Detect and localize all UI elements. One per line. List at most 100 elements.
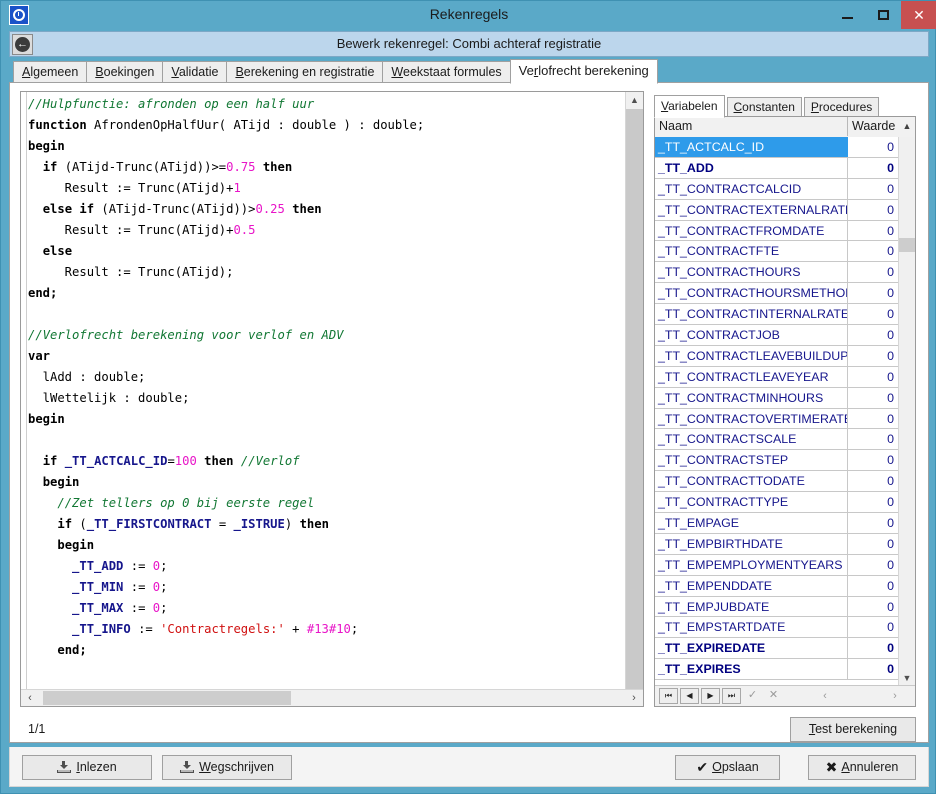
table-row[interactable]: _TT_CONTRACTSTEP 0	[655, 450, 899, 472]
table-row[interactable]: _TT_ACTCALC_ID 0	[655, 137, 899, 158]
table-row[interactable]: _TT_CONTRACTHOURS 0	[655, 262, 899, 284]
table-row[interactable]: _TT_CONTRACTHOURSMETHOD 0	[655, 283, 899, 305]
code-line: Result := Trunc(ATijd);	[28, 265, 234, 279]
variable-name: _TT_CONTRACTMINHOURS	[655, 387, 848, 408]
table-row[interactable]: _TT_CONTRACTLEAVEYEAR 0	[655, 366, 899, 388]
column-header-naam[interactable]: Naam	[655, 117, 848, 136]
tab-berekening-en-registratie[interactable]: Berekening en registratie	[226, 61, 384, 83]
variable-name: _TT_CONTRACTOVERTIMERATE	[655, 408, 848, 429]
test-berekening-button[interactable]: Test berekening	[790, 717, 916, 742]
editor-vertical-scrollbar[interactable]: ▲	[625, 92, 643, 691]
variable-value: 0	[887, 662, 894, 677]
table-row[interactable]: _TT_CONTRACTSCALE 0	[655, 429, 899, 451]
minimize-button[interactable]	[829, 1, 865, 29]
variables-grid[interactable]: Naam Waarde ▲ _TT_ACTCALC_ID 0 _TT_ADD 0 _TT…	[654, 116, 916, 707]
code-line: //Zet tellers op 0 bij eerste regel	[57, 496, 315, 510]
chevron-right-icon[interactable]: ›	[625, 690, 643, 706]
table-row[interactable]: _TT_CONTRACTEXTERNALRATE 0	[655, 199, 899, 221]
code-line: else if (ATijd-Trunc(ATijd))>0.25 then	[42, 202, 322, 216]
table-row[interactable]: _TT_CONTRACTJOB 0	[655, 325, 899, 346]
variable-name: _TT_CONTRACTEXTERNALRATE	[655, 199, 848, 220]
variable-name: _TT_CONTRACTHOURS	[655, 262, 848, 283]
code-line: begin	[28, 412, 65, 426]
editor-horizontal-scrollbar[interactable]: ‹ ›	[21, 689, 643, 706]
table-row[interactable]: _TT_EMPSTARTDATE 0	[655, 617, 899, 639]
chevron-up-icon[interactable]: ▲	[626, 92, 643, 109]
nav-next-button[interactable]: ▶	[701, 688, 720, 704]
table-row[interactable]: _TT_EMPAGE 0	[655, 513, 899, 534]
grid-vscroll-thumb[interactable]	[899, 238, 915, 252]
variable-value: 0	[887, 369, 894, 384]
variable-name: _TT_EMPENDDATE	[655, 575, 848, 596]
nav-scroll-left-icon[interactable]: ‹	[817, 688, 833, 704]
tab-verlofrecht-berekening[interactable]: Verlofrecht berekening	[509, 59, 658, 84]
code-line: _TT_INFO := 'Contractregels:' + #13#10;	[72, 622, 359, 636]
annuleren-button[interactable]: ✖ Annuleren	[808, 755, 916, 780]
variable-name: _TT_CONTRACTCALCID	[655, 178, 848, 199]
variable-name: _TT_CONTRACTHOURSMETHOD	[655, 283, 848, 304]
table-row[interactable]: _TT_EMPJUBDATE 0	[655, 596, 899, 618]
inspector-tab-variabelen[interactable]: Variabelen	[654, 95, 725, 118]
table-row[interactable]: _TT_CONTRACTTODATE 0	[655, 471, 899, 493]
maximize-button[interactable]	[865, 1, 901, 29]
chevron-up-icon[interactable]: ▲	[899, 117, 915, 136]
nav-scroll-right-icon[interactable]: ›	[887, 688, 903, 704]
tab-boekingen[interactable]: Boekingen	[86, 61, 164, 83]
table-row[interactable]: _TT_CONTRACTLEAVEBUILDUP 0	[655, 345, 899, 367]
variable-value: 0	[887, 265, 894, 280]
record-title: Bewerk rekenregel: Combi achteraf regist…	[336, 36, 602, 51]
table-row[interactable]: _TT_CONTRACTINTERNALRATE 0	[655, 304, 899, 326]
tab-algemeen[interactable]: Algemeen	[13, 61, 88, 83]
chevron-down-icon[interactable]: ▼	[899, 670, 915, 686]
hscroll-thumb[interactable]	[43, 691, 291, 705]
variable-value: 0	[887, 495, 894, 510]
nav-cancel-button: ✕	[768, 689, 779, 701]
inspector-tab-procedures[interactable]: Procedures	[803, 97, 880, 117]
variable-value: 0	[887, 474, 894, 489]
code-line: var	[28, 349, 51, 363]
code-line: function AfrondenOpHalfUur( ATijd : doub…	[28, 118, 425, 132]
grid-rows[interactable]: _TT_ACTCALC_ID 0 _TT_ADD 0 _TT_CONTRACTCALCI…	[655, 137, 899, 686]
code-text[interactable]: //Hulpfunctie: afronden op een half uur f…	[28, 94, 624, 676]
nav-last-button[interactable]: ⏭	[722, 688, 741, 704]
variable-name: _TT_EMPJUBDATE	[655, 596, 848, 617]
tab-weekstaat-formules[interactable]: Weekstaat formules	[382, 61, 511, 83]
nav-post-button: ✓	[747, 689, 758, 701]
tab-validatie[interactable]: Validatie	[162, 61, 228, 83]
code-line: begin	[28, 139, 65, 153]
close-button[interactable]: ✕	[901, 1, 936, 29]
grid-vertical-scrollbar[interactable]: ▼	[898, 137, 915, 686]
table-row[interactable]: _TT_EMPBIRTHDATE 0	[655, 533, 899, 555]
wegschrijven-button[interactable]: Wegschrijven	[162, 755, 292, 780]
variable-value: 0	[887, 536, 894, 551]
inlezen-button[interactable]: Inlezen	[22, 755, 152, 780]
table-row[interactable]: _TT_EMPEMPLOYMENTYEARS 0	[655, 554, 899, 576]
table-row[interactable]: _TT_CONTRACTCALCID 0	[655, 178, 899, 200]
nav-first-button[interactable]: ⏮	[659, 688, 678, 704]
table-row[interactable]: _TT_CONTRACTFROMDATE 0	[655, 220, 899, 242]
variable-value: 0	[887, 244, 894, 259]
code-line: if (ATijd-Trunc(ATijd))>=0.75 then	[42, 160, 293, 174]
code-editor[interactable]: //Hulpfunctie: afronden op een half uur f…	[20, 91, 644, 707]
table-row[interactable]: _TT_EXPIREDATE 0	[655, 638, 899, 660]
table-row[interactable]: _TT_CONTRACTTYPE 0	[655, 492, 899, 514]
import-icon	[180, 761, 195, 773]
table-row[interactable]: _TT_EXPIRES 0	[655, 659, 899, 681]
grid-navigator: ⏮ ◀ ▶ ⏭ ✓ ✕ ‹ ›	[655, 685, 915, 706]
variable-name: _TT_CONTRACTFTE	[655, 241, 848, 262]
variable-name: _TT_CONTRACTSTEP	[655, 450, 848, 471]
table-row[interactable]: _TT_CONTRACTMINHOURS 0	[655, 387, 899, 409]
chevron-left-icon[interactable]: ‹	[21, 690, 39, 706]
table-row[interactable]: _TT_ADD 0	[655, 157, 899, 179]
variable-value: 0	[887, 516, 894, 531]
code-line: _TT_MIN := 0;	[72, 580, 168, 594]
nav-prior-button[interactable]: ◀	[680, 688, 699, 704]
inspector-tab-constanten[interactable]: Constanten	[726, 97, 802, 117]
close-icon: ✖	[825, 759, 838, 775]
column-header-waarde[interactable]: Waarde	[848, 117, 899, 136]
table-row[interactable]: _TT_CONTRACTOVERTIMERATE 0	[655, 408, 899, 430]
table-row[interactable]: _TT_EMPENDDATE 0	[655, 575, 899, 597]
table-row[interactable]: _TT_CONTRACTFTE 0	[655, 241, 899, 263]
opslaan-button[interactable]: ✔ Opslaan	[675, 755, 780, 780]
code-line: lWettelijk : double;	[28, 391, 190, 405]
